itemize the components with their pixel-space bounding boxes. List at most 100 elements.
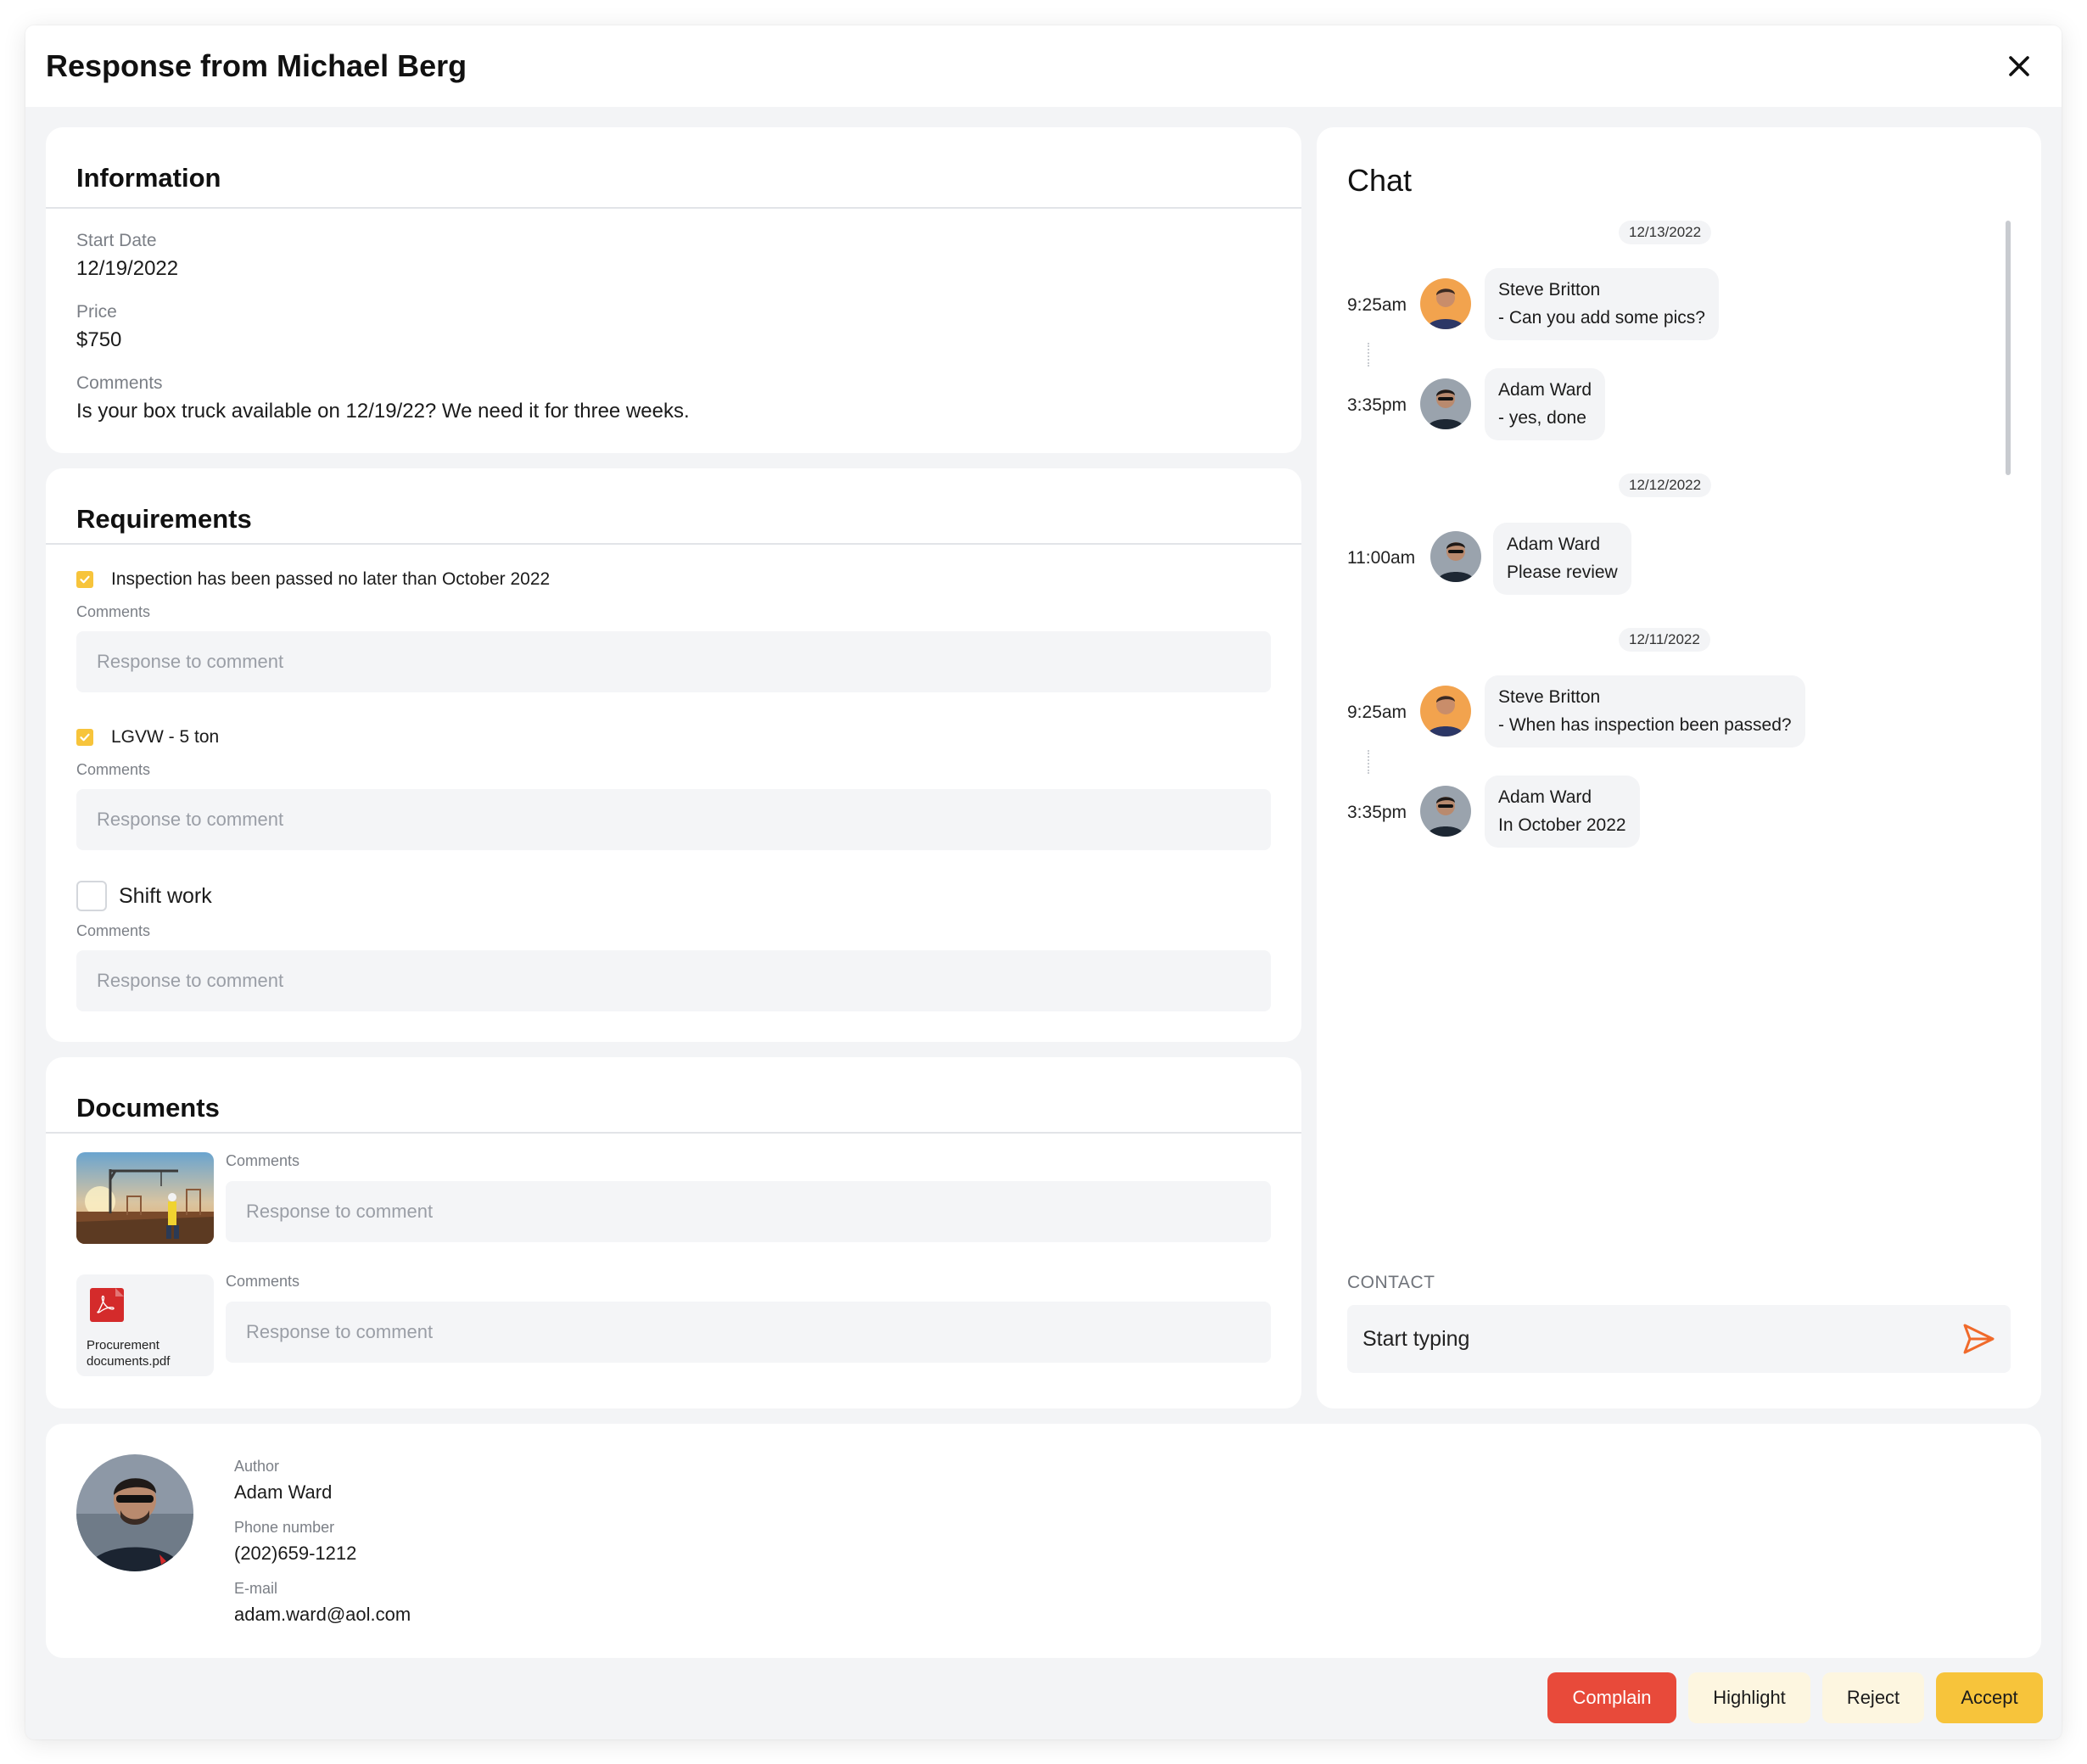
requirement-label: Shift work: [119, 883, 212, 908]
requirement-checkbox[interactable]: [76, 571, 93, 588]
start-date-value: 12/19/2022: [76, 257, 179, 280]
message-time: 3:35pm: [1347, 803, 1407, 822]
requirement-checkbox[interactable]: [76, 729, 93, 746]
chat-message-bubble: Steve Britton - Can you add some pics?: [1485, 268, 1719, 340]
message-time: 9:25am: [1347, 703, 1407, 722]
date-chip: 12/13/2022: [1619, 221, 1712, 244]
requirement-comments-label: Comments: [76, 603, 151, 620]
message-time: 9:25am: [1347, 295, 1407, 315]
send-icon: [1963, 1324, 1995, 1354]
comments-label: Comments: [76, 373, 163, 393]
avatar: [1420, 378, 1471, 429]
check-icon: [80, 733, 90, 742]
user-avatar-icon: [76, 1454, 193, 1571]
send-button[interactable]: [1961, 1322, 1995, 1356]
accept-button[interactable]: Accept: [1936, 1672, 2043, 1723]
start-date-label: Start Date: [76, 231, 157, 250]
requirements-card: Requirements Inspection has been passed …: [46, 468, 1301, 1042]
comments-value: Is your box truck available on 12/19/22?…: [76, 400, 690, 423]
requirements-title: Requirements: [76, 504, 252, 534]
requirement-label: LGVW - 5 ton: [111, 727, 220, 747]
avatar: [1430, 531, 1481, 582]
highlight-button[interactable]: Highlight: [1688, 1672, 1810, 1723]
requirement-label: Inspection has been passed no later than…: [111, 569, 551, 589]
price-value: $750: [76, 328, 122, 351]
user-avatar-icon: [1420, 378, 1471, 429]
price-label: Price: [76, 302, 117, 322]
requirement-response-input[interactable]: Response to comment: [76, 789, 1271, 850]
chat-message-bubble: Adam Ward - yes, done: [1485, 368, 1606, 440]
document-pdf-tile[interactable]: Procurement documents.pdf: [76, 1274, 214, 1376]
chat-message-bubble: Steve Britton - When has inspection been…: [1485, 675, 1805, 748]
message-text: Please review: [1507, 563, 1618, 582]
document-comments-label: Comments: [226, 1152, 300, 1169]
close-icon: [2009, 56, 2029, 76]
author-avatar: [76, 1454, 193, 1571]
check-icon: [80, 575, 90, 584]
chat-input-placeholder: Start typing: [1362, 1326, 1470, 1351]
thread-connector: [1368, 750, 1369, 774]
pdf-file-icon: [90, 1288, 124, 1322]
chat-message-bubble: Adam Ward In October 2022: [1485, 776, 1640, 848]
requirement-row: Inspection has been passed no later than…: [76, 567, 550, 592]
response-modal: Response from Michael Berg Information S…: [25, 25, 2062, 1739]
document-image-thumbnail[interactable]: [76, 1152, 214, 1244]
requirement-row: Shift work: [76, 881, 212, 911]
chat-title: Chat: [1347, 163, 1413, 198]
message-text: - yes, done: [1498, 408, 1586, 428]
thread-connector: [1368, 343, 1369, 367]
message-author: Steve Britton: [1498, 687, 1601, 707]
documents-card: Documents Comments Response to comment P…: [46, 1057, 1301, 1408]
phone-value: (202)659-1212: [234, 1543, 357, 1564]
user-avatar-icon: [1420, 786, 1471, 837]
divider: [46, 207, 1301, 209]
requirement-row: LGVW - 5 ton: [76, 725, 219, 750]
chat-message-input[interactable]: Start typing: [1347, 1305, 2011, 1373]
requirement-comments-label: Comments: [76, 761, 151, 778]
construction-photo-icon: [76, 1152, 214, 1244]
message-text: - When has inspection been passed?: [1498, 715, 1792, 735]
close-button[interactable]: [2000, 48, 2038, 85]
divider: [46, 1132, 1301, 1134]
complain-button[interactable]: Complain: [1547, 1672, 1676, 1723]
information-card: Information Start Date 12/19/2022 Price …: [46, 127, 1301, 453]
email-label: E-mail: [234, 1580, 278, 1597]
user-avatar-icon: [1430, 531, 1481, 582]
information-title: Information: [76, 163, 221, 193]
email-value: adam.ward@aol.com: [234, 1604, 411, 1625]
author-label: Author: [234, 1458, 280, 1475]
message-author: Adam Ward: [1498, 787, 1592, 807]
date-chip: 12/11/2022: [1619, 628, 1710, 652]
user-avatar-icon: [1420, 278, 1471, 329]
document-response-input[interactable]: Response to comment: [226, 1302, 1271, 1363]
modal-header: Response from Michael Berg: [25, 25, 2062, 107]
pdf-file-name: Procurement documents.pdf: [87, 1338, 171, 1369]
user-avatar-icon: [1420, 686, 1471, 736]
documents-title: Documents: [76, 1093, 220, 1123]
message-text: In October 2022: [1498, 815, 1626, 835]
author-card: Author Adam Ward Phone number (202)659-1…: [46, 1424, 2041, 1658]
message-author: Steve Britton: [1498, 280, 1601, 300]
message-author: Adam Ward: [1507, 535, 1601, 554]
author-name: Adam Ward: [234, 1481, 333, 1503]
chat-scrollbar[interactable]: [2006, 221, 2011, 475]
message-text: - Can you add some pics?: [1498, 308, 1705, 328]
divider: [46, 543, 1301, 545]
avatar: [1420, 686, 1471, 736]
chat-panel: Chat 12/13/2022 9:25am Steve Britton - C…: [1317, 127, 2041, 1408]
message-time: 3:35pm: [1347, 395, 1407, 415]
chat-message-bubble: Adam Ward Please review: [1493, 523, 1631, 595]
requirement-checkbox[interactable]: [76, 881, 107, 911]
message-time: 11:00am: [1347, 548, 1416, 568]
document-comments-label: Comments: [226, 1273, 300, 1290]
phone-label: Phone number: [234, 1519, 335, 1536]
date-chip: 12/12/2022: [1619, 473, 1712, 497]
requirement-response-input[interactable]: Response to comment: [76, 631, 1271, 692]
message-author: Adam Ward: [1498, 380, 1592, 400]
avatar: [1420, 278, 1471, 329]
requirement-response-input[interactable]: Response to comment: [76, 950, 1271, 1011]
reject-button[interactable]: Reject: [1822, 1672, 1924, 1723]
document-response-input[interactable]: Response to comment: [226, 1181, 1271, 1242]
contact-label: CONTACT: [1347, 1273, 1435, 1292]
avatar: [1420, 786, 1471, 837]
